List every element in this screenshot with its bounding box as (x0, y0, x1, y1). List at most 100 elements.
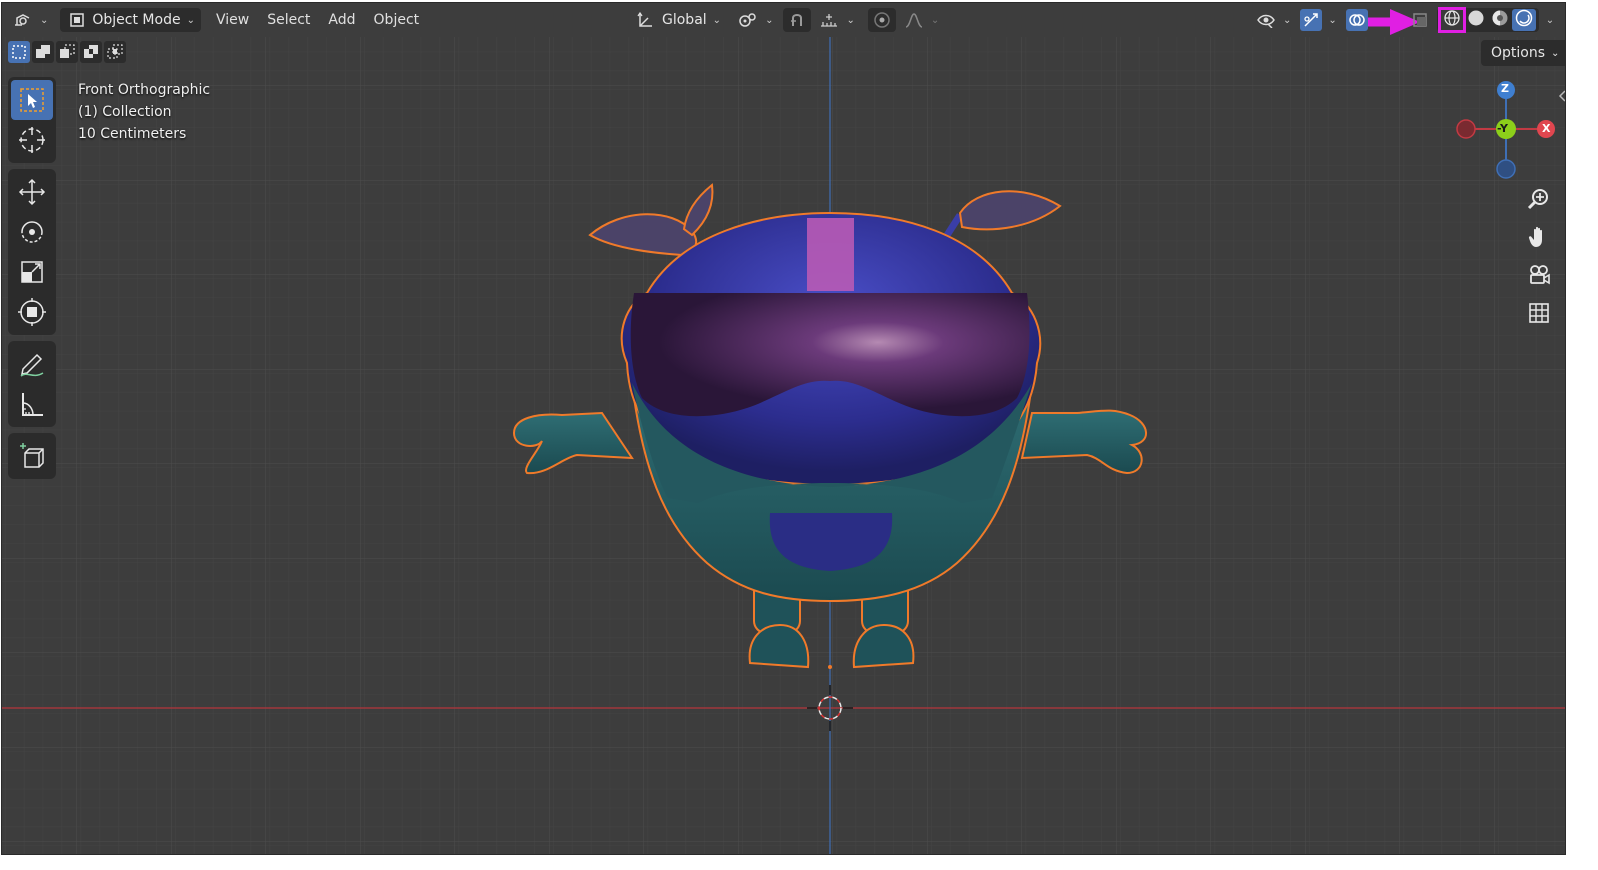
pan-hand-icon (1528, 226, 1542, 247)
overlays-icon (1345, 9, 1368, 31)
transform-tool[interactable] (11, 292, 53, 332)
grid-ortho-icon (1529, 303, 1549, 323)
chevron-down-icon: ⌄ (40, 14, 49, 26)
camera-icon (1530, 265, 1550, 285)
tool-shelf (8, 77, 56, 485)
editor-type-icon (12, 9, 34, 31)
toggle-perspective-button[interactable] (1521, 295, 1557, 331)
solid-shading-button[interactable] (1464, 9, 1488, 31)
header-menus: View Select Add Object (207, 8, 428, 32)
proportional-falloff-dropdown[interactable]: ⌄ (900, 8, 942, 32)
select-new-button[interactable] (8, 41, 30, 63)
menu-select[interactable]: Select (258, 8, 319, 32)
blender-3d-viewport: ⌄ Object Mode ⌄ View Select Add Object G… (1, 2, 1566, 855)
collection-label: (1) Collection (78, 104, 172, 120)
cursor-tool[interactable] (11, 120, 53, 160)
orientation-label: Global (662, 12, 707, 28)
material-preview-icon (1491, 9, 1509, 31)
measure-tool[interactable] (11, 384, 53, 424)
rotate-tool[interactable] (11, 212, 53, 252)
visibility-dropdown[interactable]: ⌄ (1252, 8, 1294, 32)
transform-orientation-icon (634, 9, 656, 31)
view-name-label: Front Orthographic (78, 82, 211, 98)
select-subtract-button[interactable] (56, 41, 78, 63)
editor-type-selector[interactable]: ⌄ (6, 8, 54, 32)
menu-add[interactable]: Add (319, 8, 364, 32)
scale-tool[interactable] (11, 252, 53, 292)
options-dropdown[interactable]: Options ⌄ (1481, 40, 1565, 66)
selection-mode-buttons (8, 41, 126, 63)
rendered-shading-icon (1515, 9, 1533, 31)
gizmo-y-label: -Y (1497, 122, 1508, 135)
menu-view[interactable]: View (207, 8, 258, 32)
move-tool[interactable] (11, 172, 53, 212)
add-cube-icon (20, 443, 44, 468)
snap-toggle[interactable] (783, 8, 812, 32)
add-cube-tool[interactable] (11, 436, 53, 476)
gizmo-toggle[interactable]: ⌄ (1297, 8, 1339, 32)
viewport-navigation-buttons (1521, 181, 1561, 333)
select-extend-icon (36, 45, 50, 58)
solid-shading-icon (1467, 9, 1485, 31)
selectability-visibility-icon (1255, 9, 1277, 31)
mode-label: Object Mode (92, 12, 181, 28)
mode-dropdown[interactable]: Object Mode ⌄ (60, 8, 201, 32)
chevron-down-icon: ⌄ (846, 14, 855, 26)
transform-icon (18, 298, 46, 326)
options-label: Options (1491, 45, 1546, 61)
falloff-curve-icon (903, 9, 925, 31)
proportional-editing-icon (871, 9, 893, 31)
viewport-display-controls: ⌄ ⌄ ⌄ (1252, 7, 1554, 33)
select-new-icon (12, 45, 26, 59)
select-box-icon (20, 88, 44, 112)
tool-group-annotate (8, 341, 56, 427)
annotate-pencil-icon (20, 353, 44, 377)
annotate-tool[interactable] (11, 344, 53, 384)
xray-icon (1409, 9, 1431, 31)
move-icon (18, 178, 46, 206)
chevron-down-icon: ⌄ (186, 14, 195, 26)
material-preview-button[interactable] (1488, 9, 1512, 31)
tool-group-add (8, 433, 56, 479)
wireframe-shading-icon (1443, 9, 1461, 31)
gizmo-z-label: Z (1501, 82, 1509, 95)
pivot-point-dropdown[interactable]: ⌄ (731, 8, 779, 32)
cursor-tool-icon (19, 127, 45, 153)
orientation-dropdown[interactable]: Global ⌄ (628, 8, 727, 32)
select-difference-button[interactable] (80, 41, 102, 63)
zoom-button[interactable] (1521, 181, 1557, 217)
select-difference-icon (84, 45, 98, 58)
chevron-down-icon: ⌄ (712, 14, 722, 26)
chevron-down-icon: ⌄ (930, 14, 940, 26)
select-extend-button[interactable] (32, 41, 54, 63)
viewport-canvas[interactable] (2, 3, 1566, 855)
select-subtract-icon (60, 44, 75, 58)
snap-increment-icon (818, 9, 840, 31)
select-intersect-icon (107, 44, 123, 59)
viewport-info-overlay: Front Orthographic (1) Collection 10 Cen… (78, 79, 210, 145)
pivot-point-icon (737, 9, 759, 31)
chevron-down-icon: ⌄ (765, 14, 774, 26)
select-box-tool[interactable] (11, 80, 53, 120)
tool-group-transform (8, 169, 56, 335)
pan-button[interactable] (1521, 219, 1557, 255)
chevron-down-icon: ⌄ (1283, 14, 1292, 26)
zoom-magnifier-icon (1527, 189, 1548, 210)
tool-group-select (8, 77, 56, 163)
overlays-toggle[interactable] (1343, 8, 1371, 32)
select-intersect-button[interactable] (104, 41, 126, 63)
xray-toggle[interactable] (1406, 8, 1434, 32)
scale-icon (21, 261, 43, 283)
menu-object[interactable]: Object (365, 8, 429, 32)
shading-popover-chevron-icon[interactable]: ⌄ (1546, 15, 1554, 26)
rendered-shading-button[interactable] (1511, 9, 1536, 31)
proportional-editing-toggle[interactable] (867, 8, 896, 32)
transform-controls: Global ⌄ ⌄ ⌄ ⌄ (628, 8, 942, 32)
object-mode-icon (66, 9, 88, 31)
measure-ruler-icon (22, 393, 43, 416)
gizmo-x-label: X (1542, 122, 1551, 135)
camera-view-button[interactable] (1521, 257, 1557, 293)
snap-target-dropdown[interactable]: ⌄ (815, 8, 857, 32)
gizmo-icon (1300, 9, 1323, 31)
wireframe-shading-button[interactable] (1437, 7, 1466, 33)
